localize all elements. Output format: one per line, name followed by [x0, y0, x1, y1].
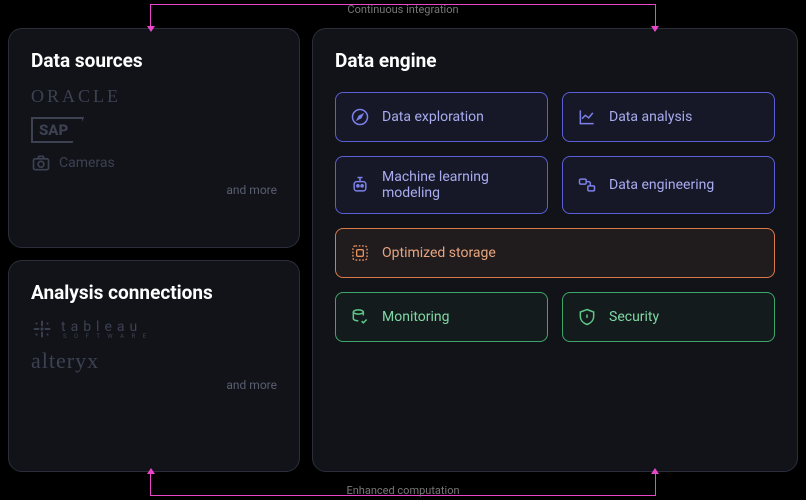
- tableau-mark-icon: [31, 318, 53, 340]
- tile-optimized-storage: Optimized storage: [335, 228, 775, 278]
- connector-top-label: Continuous integration: [341, 3, 464, 16]
- tile-monitoring: Monitoring: [335, 292, 548, 342]
- tile-data-analysis: Data analysis: [562, 92, 775, 142]
- tile-security: Security: [562, 292, 775, 342]
- storage-icon: [350, 243, 370, 263]
- connector-bottom-label: Enhanced computation: [340, 484, 465, 497]
- sap-logo: SAP: [31, 117, 277, 143]
- data-engine-card: Data engine Data exploration Data analys…: [312, 28, 798, 472]
- tile-label: Data exploration: [382, 109, 484, 125]
- cameras-label: Cameras: [59, 155, 115, 171]
- compass-icon: [350, 107, 370, 127]
- line-chart-icon: [577, 107, 597, 127]
- tile-data-exploration: Data exploration: [335, 92, 548, 142]
- tile-label: Monitoring: [382, 309, 450, 325]
- connector-top: Continuous integration: [150, 4, 656, 28]
- tile-machine-learning: Machine learning modeling: [335, 156, 548, 214]
- tile-label: Machine learning modeling: [382, 169, 533, 201]
- robot-icon: [350, 175, 370, 195]
- tile-label: Optimized storage: [382, 245, 496, 261]
- tile-label: Data engineering: [609, 177, 714, 193]
- cameras-item: Cameras: [31, 153, 277, 173]
- shield-alert-icon: [577, 307, 597, 327]
- tableau-subtext: S O F T W A R E: [63, 333, 149, 340]
- tile-label: Security: [609, 309, 659, 325]
- analysis-connections-title: Analysis connections: [31, 281, 277, 304]
- camera-icon: [31, 153, 51, 173]
- database-check-icon: [350, 307, 370, 327]
- data-sources-card: Data sources ORACLE SAP Cameras and more: [8, 28, 300, 248]
- oracle-logo: ORACLE: [31, 86, 277, 107]
- tableau-logo: tableau S O F T W A R E: [31, 318, 277, 340]
- analysis-connections-more: and more: [31, 378, 277, 392]
- analysis-connections-card: Analysis connections tableau S O F T W A…: [8, 260, 300, 472]
- connector-bottom: Enhanced computation: [150, 472, 656, 496]
- data-sources-title: Data sources: [31, 49, 277, 72]
- data-sources-more: and more: [31, 183, 277, 197]
- tile-label: Data analysis: [609, 109, 692, 125]
- pipeline-icon: [577, 175, 597, 195]
- data-engine-title: Data engine: [335, 49, 775, 72]
- alteryx-logo: alteryx: [31, 348, 277, 374]
- tile-data-engineering: Data engineering: [562, 156, 775, 214]
